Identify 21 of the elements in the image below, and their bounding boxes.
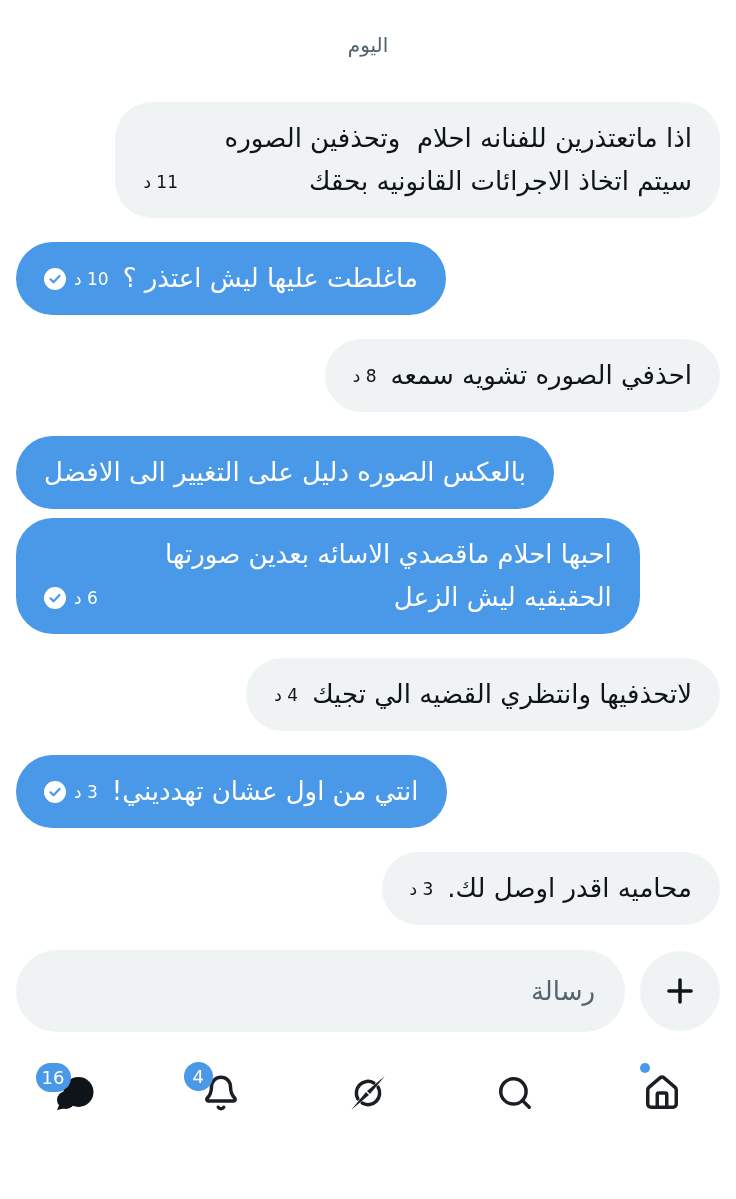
slashed-circle-icon	[348, 1073, 388, 1113]
message-time: 11 د	[143, 171, 178, 193]
message-text: انتي من اول عشان تهدديني!	[111, 775, 419, 809]
message-text: ماغلطت عليها ليش اعتذر ؟	[122, 262, 418, 296]
message-text: لاتحذفيها وانتظري القضيه الي تجيك	[312, 678, 692, 712]
message-input[interactable]: رسالة	[16, 950, 625, 1032]
message-time: 3 د	[409, 878, 434, 900]
message-time: 8 د	[352, 365, 377, 387]
message-text: احبها احلام ماقصدي الاسائه بعدين صورتها الحقيقيه ليش الزعل	[164, 538, 612, 615]
message-time: 10 د	[74, 268, 109, 290]
slashed-circle-tab[interactable]	[348, 1073, 388, 1113]
message-time: 3 د	[74, 781, 98, 803]
count-badge: 16	[35, 1063, 71, 1092]
message-text: احذفي الصوره تشويه سمعه	[390, 359, 692, 393]
count-badge: 4	[183, 1062, 213, 1091]
date-label: اليوم	[347, 32, 389, 59]
message-text: محاميه اقدر اوصل لك.	[447, 872, 692, 906]
message-time: 4 د	[274, 684, 299, 706]
message-time: 6 د	[74, 587, 98, 609]
message-text: بالعكس الصوره دليل على التغيير الى الافضل	[44, 456, 526, 490]
message-text: اذا ماتعتذرين للفنانه احلام وتحذفين الصوره سيتم اتخاذ الاجرائات القانونيه بحقك	[223, 122, 692, 199]
